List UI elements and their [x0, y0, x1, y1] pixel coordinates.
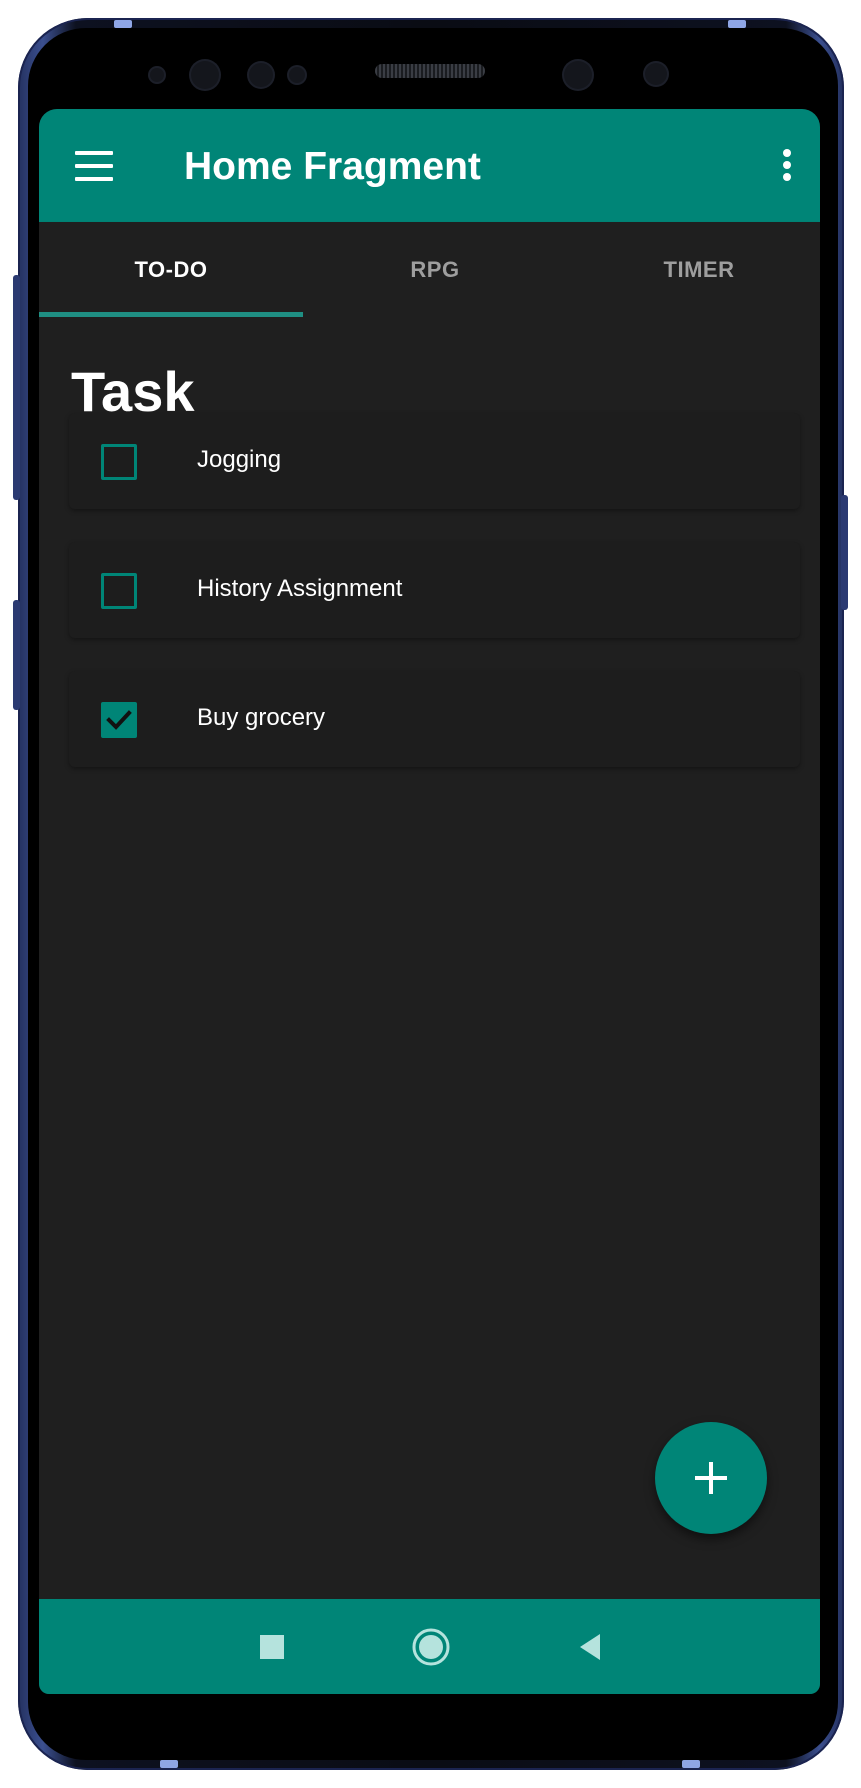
- home-circle-icon[interactable]: [406, 1622, 456, 1672]
- tab-bar: TO-DO RPG TIMER: [39, 222, 820, 317]
- phone-side-button: [13, 600, 20, 710]
- front-camera-icon: [191, 61, 219, 89]
- task-card: History Assignment: [69, 542, 800, 638]
- task-label: Buy grocery: [197, 704, 326, 731]
- app-screen: Home Fragment TO-DO RPG TIMER Task Joggi…: [39, 109, 820, 1694]
- phone-side-button: [841, 495, 848, 610]
- task-checkbox[interactable]: [101, 573, 137, 609]
- tab-todo[interactable]: TO-DO: [39, 222, 303, 317]
- more-vert-icon[interactable]: [779, 149, 795, 185]
- sensor-icon: [645, 63, 667, 85]
- phone-edge-mark: [682, 1760, 700, 1768]
- sensor-icon: [249, 63, 273, 87]
- tab-rpg[interactable]: RPG: [303, 222, 567, 317]
- back-triangle-icon[interactable]: [566, 1622, 616, 1672]
- phone-edge-mark: [114, 20, 132, 28]
- task-card: Jogging: [69, 413, 800, 509]
- phone-side-button: [13, 275, 20, 500]
- add-task-button[interactable]: [655, 1422, 767, 1534]
- system-nav-bar: [39, 1599, 820, 1694]
- plus-icon: [695, 1462, 727, 1494]
- phone-edge-mark: [728, 20, 746, 28]
- recents-square-icon[interactable]: [247, 1622, 297, 1672]
- tab-timer[interactable]: TIMER: [567, 222, 820, 317]
- task-label: Jogging: [197, 446, 282, 473]
- task-content: Task Jogging History Assignment Buy groc…: [39, 317, 820, 1587]
- task-label: History Assignment: [197, 575, 403, 602]
- task-checkbox[interactable]: [101, 444, 137, 480]
- page-title: Home Fragment: [184, 145, 481, 188]
- phone-edge-mark: [160, 1760, 178, 1768]
- task-card: Buy grocery: [69, 671, 800, 767]
- front-camera-icon: [564, 61, 592, 89]
- sensor-icon: [289, 67, 305, 83]
- app-bar: Home Fragment: [39, 109, 820, 222]
- earpiece-speaker: [375, 64, 485, 78]
- hamburger-icon[interactable]: [75, 151, 115, 181]
- sensor-icon: [150, 68, 164, 82]
- check-icon: [106, 710, 132, 730]
- task-checkbox-checked[interactable]: [101, 702, 137, 738]
